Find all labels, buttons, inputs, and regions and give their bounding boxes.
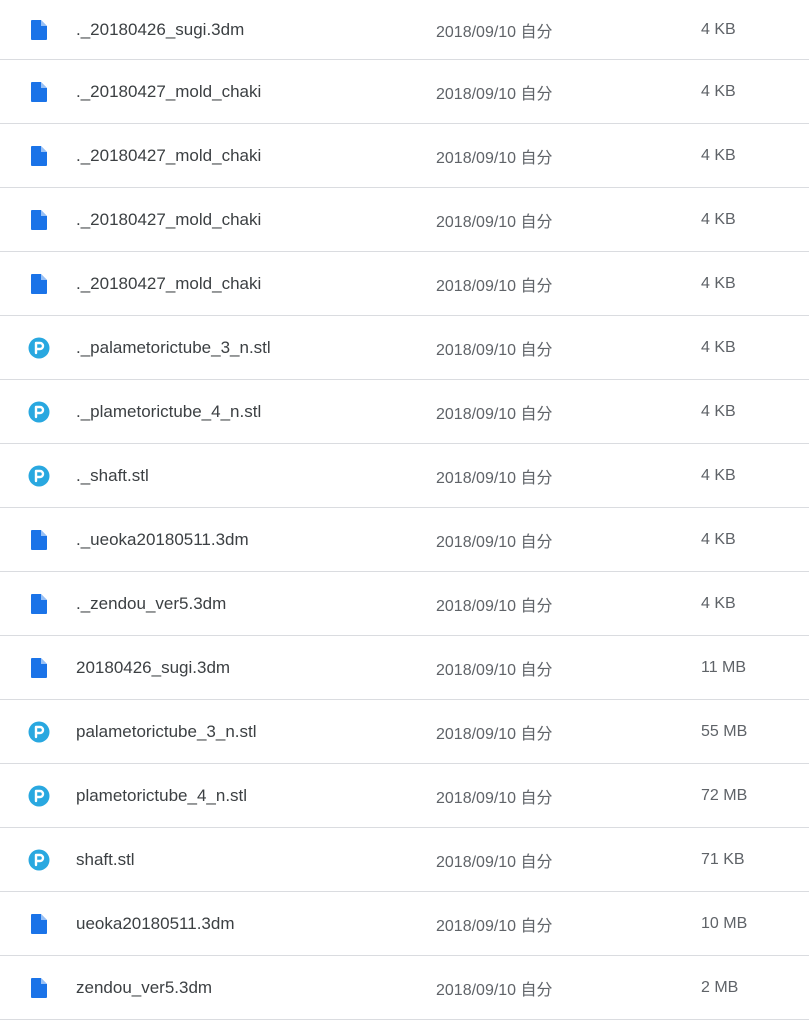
document-icon [28, 529, 50, 551]
document-icon [28, 593, 50, 615]
file-row[interactable]: 20180426_sugi.3dm 2018/09/10 自分 11 MB [0, 636, 809, 700]
file-modified: 2018/09/10 自分 [436, 533, 553, 551]
file-row[interactable]: ._20180427_mold_chaki 2018/09/10 自分 4 KB [0, 252, 809, 316]
file-row[interactable]: palametorictube_3_n.stl 2018/09/10 自分 55… [0, 700, 809, 764]
file-name: ._20180426_sugi.3dm [76, 19, 245, 39]
document-icon [28, 81, 50, 103]
file-name: ._20180427_mold_chaki [76, 81, 262, 101]
file-row[interactable]: ._shaft.stl 2018/09/10 自分 4 KB [0, 444, 809, 508]
file-size: 4 KB [701, 594, 736, 612]
file-name: shaft.stl [76, 849, 135, 869]
file-modified: 2018/09/10 自分 [436, 277, 553, 295]
file-modified: 2018/09/10 自分 [436, 341, 553, 359]
document-icon [28, 209, 50, 231]
stl-file-icon [28, 721, 50, 743]
file-name: zendou_ver5.3dm [76, 977, 213, 997]
file-row[interactable]: ._ueoka20180511.3dm 2018/09/10 自分 4 KB [0, 508, 809, 572]
stl-file-icon [28, 849, 50, 871]
file-list: ._20180426_sugi.3dm 2018/09/10 自分 4 KB .… [0, 0, 809, 1020]
file-size: 4 KB [701, 146, 736, 164]
file-size: 4 KB [701, 210, 736, 228]
file-size: 10 MB [701, 914, 748, 932]
file-row[interactable]: ._palametorictube_3_n.stl 2018/09/10 自分 … [0, 316, 809, 380]
file-modified: 2018/09/10 自分 [436, 853, 553, 871]
file-size: 4 KB [701, 20, 736, 38]
document-icon [28, 913, 50, 935]
file-row[interactable]: zendou_ver5.3dm 2018/09/10 自分 2 MB [0, 956, 809, 1020]
file-size: 55 MB [701, 722, 748, 740]
file-row[interactable]: ._plametorictube_4_n.stl 2018/09/10 自分 4… [0, 380, 809, 444]
file-modified: 2018/09/10 自分 [436, 469, 553, 487]
file-row[interactable]: ._20180427_mold_chaki 2018/09/10 自分 4 KB [0, 188, 809, 252]
file-row[interactable]: plametorictube_4_n.stl 2018/09/10 自分 72 … [0, 764, 809, 828]
file-modified: 2018/09/10 自分 [436, 85, 553, 103]
stl-file-icon [28, 785, 50, 807]
file-name: ._ueoka20180511.3dm [76, 529, 249, 549]
file-size: 4 KB [701, 530, 736, 548]
file-size: 4 KB [701, 82, 736, 100]
document-icon [28, 657, 50, 679]
file-name: 20180426_sugi.3dm [76, 657, 231, 677]
file-row[interactable]: ._20180427_mold_chaki 2018/09/10 自分 4 KB [0, 124, 809, 188]
file-modified: 2018/09/10 自分 [436, 213, 553, 231]
file-modified: 2018/09/10 自分 [436, 661, 553, 679]
file-row[interactable]: ._20180426_sugi.3dm 2018/09/10 自分 4 KB [0, 0, 809, 60]
stl-file-icon [28, 401, 50, 423]
file-name: ._shaft.stl [76, 465, 149, 485]
file-modified: 2018/09/10 自分 [436, 597, 553, 615]
file-row[interactable]: shaft.stl 2018/09/10 自分 71 KB [0, 828, 809, 892]
file-size: 2 MB [701, 978, 739, 996]
file-size: 72 MB [701, 786, 748, 804]
stl-file-icon [28, 337, 50, 359]
file-modified: 2018/09/10 自分 [436, 917, 553, 935]
file-size: 4 KB [701, 274, 736, 292]
document-icon [28, 145, 50, 167]
file-row[interactable]: ueoka20180511.3dm 2018/09/10 自分 10 MB [0, 892, 809, 956]
file-name: ._plametorictube_4_n.stl [76, 401, 262, 421]
file-name: ueoka20180511.3dm [76, 913, 235, 933]
file-modified: 2018/09/10 自分 [436, 725, 553, 743]
file-size: 4 KB [701, 466, 736, 484]
file-row[interactable]: ._20180427_mold_chaki 2018/09/10 自分 4 KB [0, 60, 809, 124]
file-size: 4 KB [701, 338, 736, 356]
document-icon [28, 273, 50, 295]
document-icon [28, 19, 50, 41]
file-modified: 2018/09/10 自分 [436, 23, 553, 41]
file-name: ._zendou_ver5.3dm [76, 593, 227, 613]
file-size: 11 MB [701, 658, 747, 676]
stl-file-icon [28, 465, 50, 487]
document-icon [28, 977, 50, 999]
file-name: ._palametorictube_3_n.stl [76, 337, 271, 357]
file-modified: 2018/09/10 自分 [436, 149, 553, 167]
file-name: plametorictube_4_n.stl [76, 785, 248, 805]
file-modified: 2018/09/10 自分 [436, 981, 553, 999]
file-size: 4 KB [701, 402, 736, 420]
file-row[interactable]: ._zendou_ver5.3dm 2018/09/10 自分 4 KB [0, 572, 809, 636]
file-name: palametorictube_3_n.stl [76, 721, 257, 741]
file-name: ._20180427_mold_chaki [76, 209, 262, 229]
file-name: ._20180427_mold_chaki [76, 145, 262, 165]
file-modified: 2018/09/10 自分 [436, 789, 553, 807]
file-modified: 2018/09/10 自分 [436, 405, 553, 423]
file-size: 71 KB [701, 850, 745, 868]
file-name: ._20180427_mold_chaki [76, 273, 262, 293]
